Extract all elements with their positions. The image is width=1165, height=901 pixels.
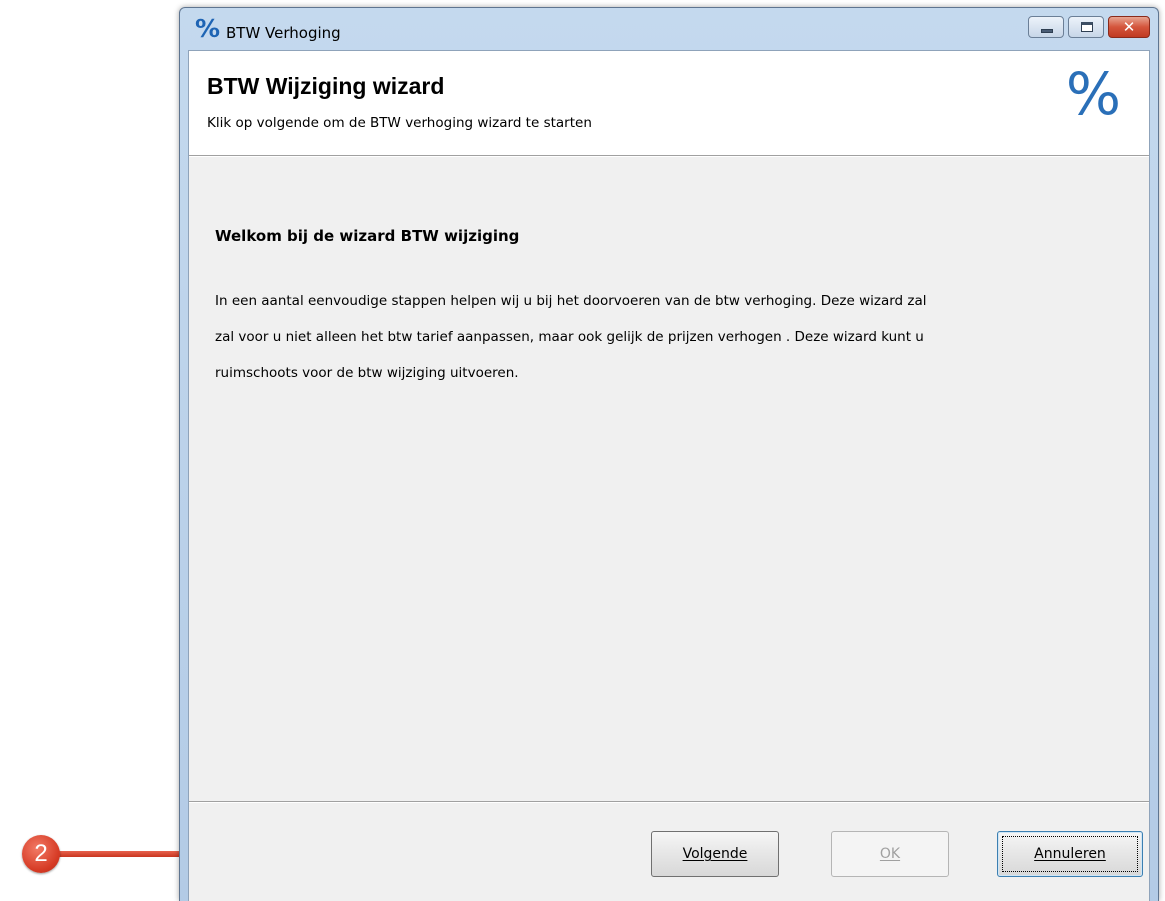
welcome-line: zal voor u niet alleen het btw tarief aa… [215, 329, 924, 345]
welcome-text: In een aantal eenvoudige stappen helpen … [215, 283, 1095, 391]
minimize-icon [1041, 29, 1053, 33]
window-title: BTW Verhoging [226, 24, 341, 42]
callout-badge: 2 [22, 835, 60, 873]
wizard-window: % BTW Verhoging ✕ BTW Wijziging wizard K… [179, 7, 1159, 901]
percent-icon: % [195, 14, 221, 43]
footer-separator [189, 801, 1149, 803]
maximize-button[interactable] [1068, 16, 1104, 38]
caption-buttons: ✕ [1028, 16, 1150, 38]
next-button-label: Volgende [682, 846, 748, 862]
welcome-line: In een aantal eenvoudige stappen helpen … [215, 293, 927, 309]
ok-button[interactable]: OK [831, 831, 949, 877]
callout-number: 2 [34, 840, 48, 867]
close-icon: ✕ [1122, 18, 1136, 36]
welcome-line: ruimschoots voor de btw wijziging uitvoe… [215, 365, 519, 381]
close-button[interactable]: ✕ [1108, 16, 1150, 38]
maximize-icon [1081, 22, 1093, 32]
welcome-title: Welkom bij de wizard BTW wijziging [215, 227, 520, 245]
cancel-button[interactable]: Annuleren [997, 831, 1143, 877]
ok-button-label: OK [879, 846, 901, 862]
wizard-subtitle: Klik op volgende om de BTW verhoging wiz… [207, 115, 592, 131]
wizard-client-area: BTW Wijziging wizard Klik op volgende om… [188, 50, 1150, 901]
wizard-title: BTW Wijziging wizard [207, 73, 445, 99]
header-percent-icon: % [1065, 60, 1121, 128]
minimize-button[interactable] [1028, 16, 1064, 38]
title-bar[interactable]: % BTW Verhoging ✕ [180, 8, 1158, 50]
wizard-header: BTW Wijziging wizard Klik op volgende om… [189, 51, 1149, 156]
cancel-button-label: Annuleren [1034, 846, 1106, 862]
next-button[interactable]: Volgende [651, 831, 779, 877]
